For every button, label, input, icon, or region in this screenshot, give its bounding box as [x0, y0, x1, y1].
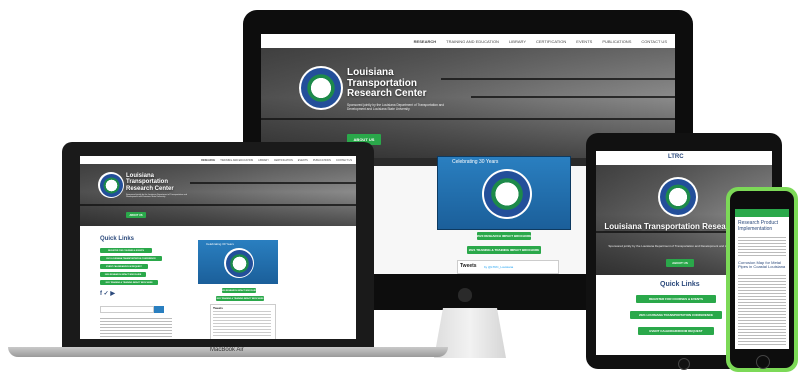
phone: Research Product Implementation Corrosio… — [726, 187, 798, 372]
laptop-calendar-button[interactable]: EVENT CALENDAR/ROOM REQUEST — [100, 264, 148, 269]
training-impact-brochure-button[interactable]: 2021 TRAINING & TRAINING IMPACT BROCHURE — [467, 246, 541, 254]
site-subtitle: Sponsored jointly by the Louisiana Depar… — [347, 103, 445, 111]
phone-home-button[interactable] — [756, 355, 770, 369]
tweets-header: Tweets by @LTRC_Louisiana — [457, 260, 559, 274]
social-icons: f ✓ ▶ — [100, 291, 115, 297]
nav-certification[interactable]: CERTIFICATION — [536, 39, 566, 44]
laptop: RESEARCH TRAINING AND EDUCATION LIBRARY … — [62, 142, 374, 347]
laptop-video[interactable]: Celebrating 30 Years — [198, 240, 278, 284]
apple-logo-icon — [458, 288, 472, 302]
laptop-quick-links-heading: Quick Links — [100, 236, 135, 242]
laptop-research-impact-button[interactable]: 2020 RESEARCH IMPACT BROCHURE — [222, 288, 256, 293]
tablet-home-button[interactable] — [678, 358, 690, 370]
phone-heading: Research Product Implementation — [738, 220, 779, 232]
tablet-conference-button[interactable]: 2021 LOUISIANA TRANSPORTATION CONFERENCE — [630, 311, 722, 319]
laptop-about-button[interactable]: ABOUT US — [126, 212, 146, 218]
video-caption: Celebrating 30 Years — [452, 159, 499, 165]
laptop-register-button[interactable]: REGISTER FOR COURSES & EVENTS — [100, 248, 152, 253]
ltrc-logo — [299, 66, 343, 110]
video-thumbnail[interactable]: Celebrating 30 Years — [437, 156, 571, 230]
laptop-training-impact-button[interactable]: 2021 TRAINING & TRAINING IMPACT BROCHURE — [216, 296, 264, 301]
nav-publications[interactable]: PUBLICATIONS — [602, 39, 631, 44]
research-impact-brochure-button[interactable]: 2020 RESEARCH IMPACT BROCHURE — [477, 232, 531, 240]
nav-events[interactable]: EVENTS — [576, 39, 592, 44]
desktop-nav: RESEARCH TRAINING AND EDUCATION LIBRARY … — [261, 34, 675, 48]
phone-screen: Research Product Implementation Corrosio… — [735, 209, 789, 349]
laptop-brand: MacBook Air — [210, 347, 244, 353]
tablet-about-button[interactable]: ABOUT US — [666, 259, 694, 267]
nav-research[interactable]: RESEARCH — [414, 39, 436, 44]
tablet-quick-links-heading: Quick Links — [660, 281, 700, 288]
laptop-training-brochure-button[interactable]: 2021 TRAINING & TRAINING IMPACT BROCHURE — [100, 280, 158, 285]
laptop-conference-button[interactable]: 2021 LOUISIANA TRANSPORTATION CONFERENCE — [100, 256, 162, 261]
tablet-calendar-button[interactable]: EVENT CALENDAR/ROOM REQUEST — [638, 327, 714, 335]
ltrc-small-logo: LTRC — [668, 154, 684, 160]
laptop-tweets: Tweets — [210, 304, 276, 339]
laptop-screen: RESEARCH TRAINING AND EDUCATION LIBRARY … — [80, 156, 356, 339]
tablet-register-button[interactable]: REGISTER FOR COURSES & EVENTS — [636, 295, 716, 303]
nav-contact[interactable]: CONTACT US — [641, 39, 667, 44]
nav-training[interactable]: TRAINING AND EDUCATION — [446, 39, 499, 44]
laptop-research-brochure-button[interactable]: 2020 RESEARCH IMPACT BROCHURE — [100, 272, 146, 277]
phone-article-title[interactable]: Corrosion Map for Metal Pipes in Coastal… — [738, 260, 788, 270]
site-title: Louisiana Transportation Research Center — [347, 67, 427, 99]
video-logo-icon — [482, 169, 532, 219]
nav-library[interactable]: LIBRARY — [509, 39, 526, 44]
